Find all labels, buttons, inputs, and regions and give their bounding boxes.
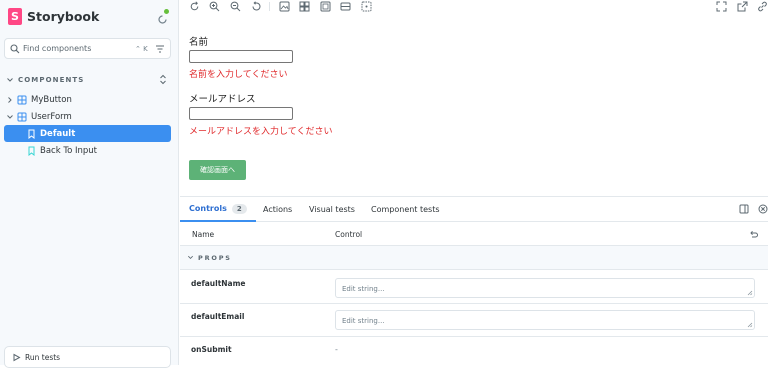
sidebar-item-label: Default	[40, 128, 76, 139]
tab-label: Controls	[189, 204, 227, 213]
addons-panel: Controls 2 Actions Visual tests Componen…	[180, 196, 768, 365]
chevron-down-icon	[7, 78, 13, 82]
expand-collapse-icon[interactable]	[158, 74, 168, 85]
grid-icon[interactable]	[299, 1, 310, 12]
filter-icon[interactable]	[155, 44, 165, 54]
viewport-icon[interactable]	[320, 1, 331, 12]
props-group-header[interactable]: PROPS	[180, 246, 768, 270]
controls-count-badge: 2	[231, 203, 247, 214]
chevron-down-icon	[188, 255, 193, 259]
table-row: defaultEmail Edit string...	[180, 304, 768, 337]
sidebar-item-label: Back To Input	[40, 145, 97, 156]
name-field[interactable]	[189, 50, 293, 63]
component-icon	[17, 95, 27, 104]
zoom-reset-icon[interactable]	[251, 1, 262, 12]
search-icon	[10, 43, 20, 53]
props-group-label: PROPS	[198, 254, 232, 262]
story-bookmark-icon	[28, 129, 35, 139]
outline-icon[interactable]	[361, 1, 372, 12]
control-placeholder: Edit string...	[342, 285, 385, 293]
brand-name: Storybook	[27, 9, 100, 24]
measure-icon[interactable]	[340, 1, 351, 12]
tab-visual-tests[interactable]: Visual tests	[309, 197, 355, 222]
sidebar: S Storybook ⌃ K COMPONENTS MyButton User…	[0, 0, 179, 368]
story-canvas: 名前 名前を入力してください メールアドレス メールアドレスを入力してください …	[180, 14, 768, 196]
table-row: defaultName Edit string...	[180, 270, 768, 304]
prop-name: defaultEmail	[191, 312, 245, 321]
story-bookmark-icon	[28, 146, 35, 156]
components-section-header[interactable]: COMPONENTS	[6, 74, 171, 86]
tab-controls[interactable]: Controls 2	[180, 197, 256, 222]
tab-label: Actions	[263, 205, 293, 214]
chevron-right-icon	[8, 96, 12, 103]
sidebar-item-mybutton[interactable]: MyButton	[6, 91, 171, 108]
search-input[interactable]	[23, 44, 133, 53]
storybook-logo: S	[8, 8, 22, 25]
confirm-button[interactable]: 確認画面へ	[189, 160, 246, 180]
default-name-control[interactable]: Edit string...	[335, 278, 755, 298]
search-shortcut: ⌃ K	[135, 44, 148, 53]
email-field[interactable]	[189, 107, 293, 120]
column-name: Name	[192, 230, 215, 239]
fullscreen-icon[interactable]	[716, 1, 727, 12]
zoom-out-icon[interactable]	[230, 1, 241, 12]
component-icon	[17, 112, 27, 121]
background-icon[interactable]	[279, 1, 290, 12]
column-control: Control	[335, 230, 363, 239]
play-icon	[13, 353, 21, 361]
tab-label: Component tests	[371, 205, 440, 214]
sidebar-item-label: MyButton	[31, 94, 72, 105]
sidebar-item-label: UserForm	[31, 111, 72, 122]
default-email-control[interactable]: Edit string...	[335, 310, 755, 330]
tab-label: Visual tests	[309, 205, 355, 214]
reset-controls-icon[interactable]	[749, 229, 758, 238]
resize-handle-icon[interactable]	[747, 290, 753, 296]
copy-link-icon[interactable]	[757, 1, 768, 12]
open-new-tab-icon[interactable]	[737, 1, 748, 12]
resize-handle-icon[interactable]	[747, 322, 753, 328]
tab-component-tests[interactable]: Component tests	[371, 197, 440, 222]
controls-table-header: Name Control	[180, 222, 768, 246]
reload-icon[interactable]	[189, 1, 200, 12]
tab-actions[interactable]: Actions	[263, 197, 292, 222]
preview-toolbar	[180, 0, 768, 14]
zoom-in-icon[interactable]	[209, 1, 220, 12]
addons-tab-bar: Controls 2 Actions Visual tests Componen…	[180, 197, 768, 222]
toolbar-divider	[269, 2, 270, 11]
sidebar-item-back-to-input-story[interactable]: Back To Input	[27, 142, 171, 159]
prop-name: defaultName	[191, 279, 246, 288]
prop-empty-value: -	[335, 345, 338, 354]
status-refresh-icon[interactable]	[157, 9, 169, 24]
status-dot	[164, 9, 169, 14]
sidebar-item-default-story[interactable]: Default	[4, 125, 171, 142]
storybook-brand[interactable]: S Storybook	[8, 8, 99, 25]
table-row: onSubmit -	[180, 337, 768, 366]
section-label: COMPONENTS	[18, 76, 85, 84]
prop-name: onSubmit	[191, 345, 232, 354]
name-error-message: 名前を入力してください	[189, 70, 288, 80]
name-label: 名前	[189, 37, 209, 48]
email-error-message: メールアドレスを入力してください	[189, 127, 333, 137]
sidebar-item-userform[interactable]: UserForm	[6, 108, 171, 125]
search-bar[interactable]: ⌃ K	[4, 38, 171, 59]
email-label: メールアドレス	[189, 94, 256, 105]
run-tests-label: Run tests	[25, 352, 61, 362]
control-placeholder: Edit string...	[342, 317, 385, 325]
close-panel-icon[interactable]	[758, 204, 768, 214]
panel-orientation-icon[interactable]	[739, 204, 749, 214]
chevron-down-icon	[7, 114, 13, 119]
